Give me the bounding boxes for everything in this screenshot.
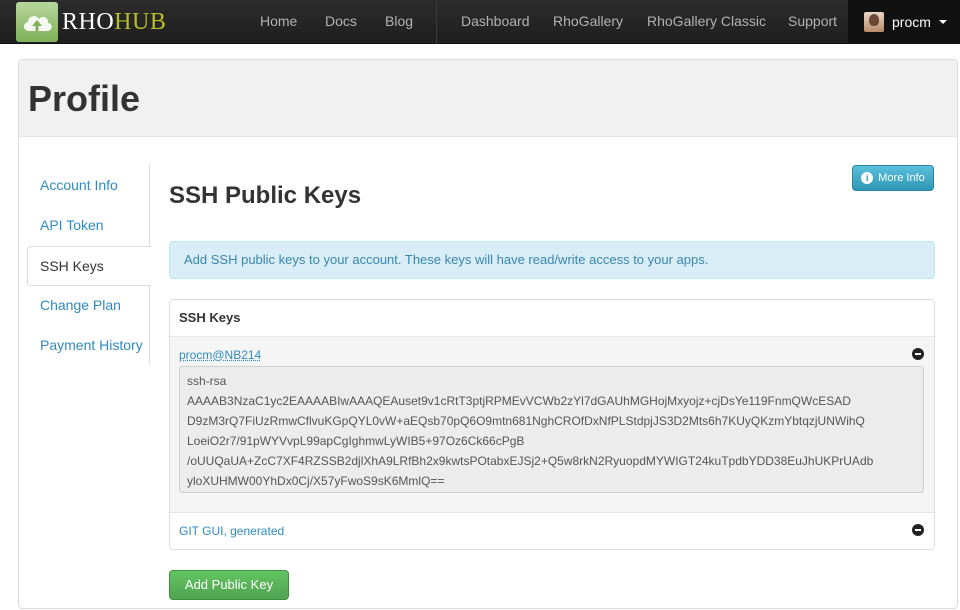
nav-docs[interactable]: Docs <box>325 0 357 44</box>
ssh-keys-list: SSH Keys procm@NB214 ssh-rsa AAAAB3NzaC1… <box>169 299 935 550</box>
nav-rhogallery-classic[interactable]: RhoGallery Classic <box>647 0 766 44</box>
ssh-key-value: ssh-rsa AAAAB3NzaC1yc2EAAAABIwAAAQEAuset… <box>179 366 924 493</box>
caret-down-icon <box>938 20 947 24</box>
remove-key-icon[interactable] <box>912 524 924 536</box>
sidebar-item-payment-history[interactable]: Payment History <box>27 325 151 365</box>
avatar <box>864 12 884 32</box>
ssh-key-name[interactable]: procm@NB214 <box>179 348 261 362</box>
sidebar-item-change-plan[interactable]: Change Plan <box>27 285 151 325</box>
section-title: SSH Public Keys <box>169 182 362 209</box>
user-menu[interactable]: procm <box>848 0 960 44</box>
brand-rho: RHO <box>62 9 115 35</box>
brand-name: RHOHUB <box>62 2 166 42</box>
profile-panel: Profile Account Info API Token SSH Keys … <box>18 59 958 609</box>
nav-rhogallery[interactable]: RhoGallery <box>553 0 623 44</box>
brand-logo-link[interactable]: RHOHUB <box>16 2 166 42</box>
user-name: procm <box>892 14 931 30</box>
nav-blog[interactable]: Blog <box>385 0 413 44</box>
brand-hub: HUB <box>114 9 167 35</box>
nav-support[interactable]: Support <box>788 0 837 44</box>
top-navbar: RHOHUB Home Docs Blog Dashboard RhoGalle… <box>0 0 960 44</box>
sidebar-item-ssh-keys[interactable]: SSH Keys <box>27 246 151 286</box>
more-info-label: More Info <box>878 172 925 184</box>
ssh-key-item: GIT GUI, generated <box>170 513 934 550</box>
sidebar-item-account-info[interactable]: Account Info <box>27 165 151 205</box>
nav-divider <box>436 0 437 44</box>
more-info-button[interactable]: i More Info <box>852 165 934 191</box>
ssh-key-item: procm@NB214 ssh-rsa AAAAB3NzaC1yc2EAAAAB… <box>170 337 934 513</box>
sidebar-item-api-token[interactable]: API Token <box>27 205 151 245</box>
cloud-upload-icon <box>16 2 58 42</box>
info-alert: Add SSH public keys to your account. The… <box>169 241 935 279</box>
add-public-key-button[interactable]: Add Public Key <box>169 570 289 600</box>
page-header: Profile <box>19 60 957 137</box>
remove-key-icon[interactable] <box>912 348 924 360</box>
nav-home[interactable]: Home <box>260 0 297 44</box>
info-icon: i <box>861 172 874 184</box>
ssh-keys-header: SSH Keys <box>170 300 934 337</box>
page-title: Profile <box>28 78 141 119</box>
ssh-key-name[interactable]: GIT GUI, generated <box>179 524 284 538</box>
nav-dashboard[interactable]: Dashboard <box>461 0 530 44</box>
